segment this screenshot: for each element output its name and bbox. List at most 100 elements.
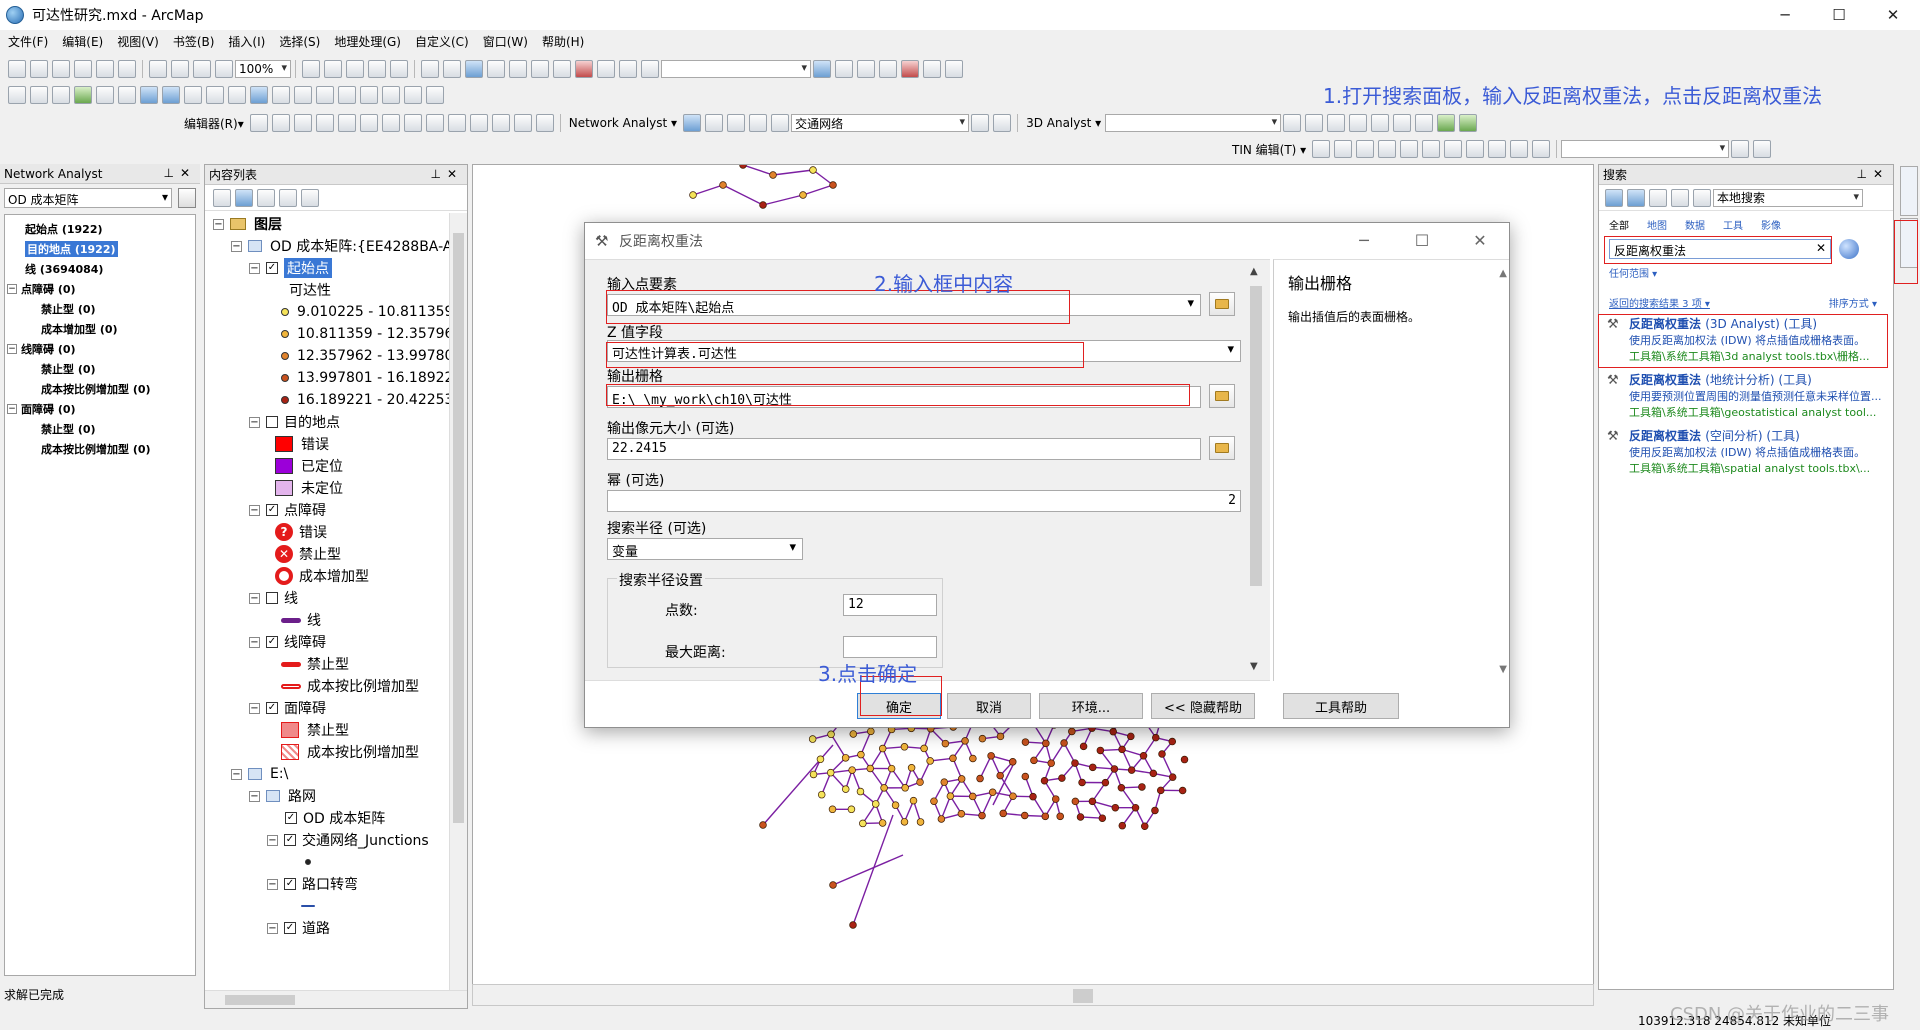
- html-popup-icon[interactable]: [294, 86, 312, 104]
- find-icon[interactable]: [338, 86, 356, 104]
- options-icon[interactable]: [301, 188, 319, 207]
- create-viewer-icon[interactable]: [426, 86, 444, 104]
- toolbar-icon[interactable]: [52, 60, 70, 78]
- sketch-properties-icon[interactable]: [513, 114, 532, 132]
- tin-layer-combo[interactable]: [1561, 140, 1730, 158]
- edit-annotation-icon[interactable]: [271, 114, 290, 132]
- cell-size-browse-button[interactable]: [1209, 436, 1235, 460]
- toolbar-icon[interactable]: [368, 60, 386, 78]
- trace-icon[interactable]: [337, 114, 356, 132]
- edit-vertices-icon[interactable]: [381, 114, 400, 132]
- rotate-icon[interactable]: [469, 114, 488, 132]
- paste-icon[interactable]: [553, 60, 571, 78]
- hide-help-button[interactable]: << 隐藏帮助: [1151, 693, 1255, 719]
- tin-tool-icon[interactable]: [1731, 140, 1750, 158]
- clear-icon[interactable]: ✕: [1816, 241, 1826, 255]
- list-by-drawing-order-icon[interactable]: [213, 188, 231, 207]
- tool-help-button[interactable]: 工具帮助: [1283, 693, 1399, 719]
- na-tree-item[interactable]: − 面障碍 (0): [5, 399, 195, 419]
- tab-maps[interactable]: 地图: [1647, 217, 1667, 232]
- scale-combo[interactable]: [661, 60, 811, 78]
- toc-junctions[interactable]: − ✓ 交通网络_Junctions: [267, 829, 429, 851]
- toc-vertical-scrollbar[interactable]: [449, 213, 467, 991]
- editor-menu[interactable]: 编辑器(R)▾: [184, 115, 244, 132]
- time-slider-icon[interactable]: [404, 86, 422, 104]
- menu-help[interactable]: 帮助(H): [542, 33, 584, 50]
- attributes-icon[interactable]: [491, 114, 510, 132]
- straight-segment-icon[interactable]: [293, 114, 312, 132]
- toolbar-icon[interactable]: [171, 60, 189, 78]
- create-features-icon[interactable]: [535, 114, 554, 132]
- forward-arrow-icon[interactable]: [1627, 188, 1645, 207]
- model-builder-icon[interactable]: [945, 60, 963, 78]
- na-tree-item[interactable]: 禁止型 (0): [5, 299, 195, 319]
- arcscene-icon[interactable]: [1437, 114, 1456, 132]
- toolbar-icon[interactable]: [118, 60, 136, 78]
- toc-layer-destinations[interactable]: − 目的地点: [249, 411, 340, 433]
- help-scroll-up-icon[interactable]: ▲: [1499, 268, 1507, 279]
- identify-icon[interactable]: [250, 86, 268, 104]
- tin-tool-icon[interactable]: [1466, 140, 1485, 158]
- toolbar-icon[interactable]: [149, 60, 167, 78]
- find-route-icon[interactable]: [360, 86, 378, 104]
- maximize-button[interactable]: ☐: [1812, 0, 1866, 30]
- toolbar-icon[interactable]: [879, 60, 897, 78]
- solve-icon[interactable]: [749, 114, 768, 132]
- tin-tool-icon[interactable]: [1334, 140, 1353, 158]
- undo-icon[interactable]: [597, 60, 615, 78]
- point-profile-icon[interactable]: [1415, 114, 1434, 132]
- toc-od-matrix[interactable]: ✓ OD 成本矩阵: [285, 807, 385, 829]
- arctoolbox-icon[interactable]: [901, 60, 919, 78]
- toolbar-icon[interactable]: [346, 60, 364, 78]
- dialog-close-button[interactable]: ✕: [1451, 223, 1509, 257]
- power-input[interactable]: 2: [607, 490, 1241, 512]
- tree-expander-icon[interactable]: −: [7, 344, 17, 354]
- toolbar-icon[interactable]: [193, 60, 211, 78]
- tin-tool-icon[interactable]: [1312, 140, 1331, 158]
- menu-insert[interactable]: 插入(I): [228, 33, 265, 50]
- any-extent-link[interactable]: 任何范围 ▾: [1609, 265, 1657, 280]
- split-icon[interactable]: [447, 114, 466, 132]
- toc-turns[interactable]: − ✓ 路口转弯: [267, 873, 358, 895]
- list-by-source-icon[interactable]: [235, 188, 253, 207]
- na-tree-item[interactable]: 成本增加型 (0): [5, 319, 195, 339]
- go-to-xy-icon[interactable]: [382, 86, 400, 104]
- hyperlink-icon[interactable]: [272, 86, 290, 104]
- tin-tool-icon[interactable]: [1422, 140, 1441, 158]
- editor-toolbar-icon[interactable]: [813, 60, 831, 78]
- measure-icon[interactable]: [316, 86, 334, 104]
- na-properties-button[interactable]: [178, 188, 196, 208]
- dialog-scrollbar[interactable]: ▲ ▼: [1247, 264, 1265, 674]
- tin-tool-icon[interactable]: [1532, 140, 1551, 158]
- na-tree-item[interactable]: 起始点 (1922): [5, 219, 195, 239]
- na-tree-item[interactable]: 禁止型 (0): [5, 359, 195, 379]
- toolbar-icon[interactable]: [324, 60, 342, 78]
- fixed-zoom-out-icon[interactable]: [118, 86, 136, 104]
- sort-by-link[interactable]: 排序方式 ▾: [1829, 295, 1877, 310]
- help-scroll-down-icon[interactable]: ▼: [1499, 664, 1507, 675]
- menu-bookmarks[interactable]: 书签(B): [173, 33, 215, 50]
- 3d-analyst-menu[interactable]: 3D Analyst ▾: [1026, 116, 1101, 130]
- menu-customize[interactable]: 自定义(C): [415, 33, 469, 50]
- tin-editing-menu[interactable]: TIN 编辑(T) ▾: [1232, 141, 1306, 158]
- search-input[interactable]: 反距离权重法 ✕: [1609, 239, 1831, 259]
- interpolate-point-icon[interactable]: [1349, 114, 1368, 132]
- pan-icon[interactable]: [52, 86, 70, 104]
- arcglobe-icon[interactable]: [1459, 114, 1478, 132]
- toc-road-network[interactable]: − 路网: [249, 785, 316, 807]
- na-window-icon[interactable]: [683, 114, 702, 132]
- map-horizontal-scrollbar[interactable]: [472, 984, 1594, 1006]
- toc-roads[interactable]: − ✓ 道路: [267, 917, 330, 939]
- network-analyst-menu[interactable]: Network Analyst ▾: [569, 116, 677, 130]
- reshape-icon[interactable]: [403, 114, 422, 132]
- output-raster-input[interactable]: E:\ \my_work\ch10\可达性: [607, 386, 1201, 408]
- profile-graph-icon[interactable]: [1393, 114, 1412, 132]
- na-tree-item[interactable]: 成本按比例增加型 (0): [5, 439, 195, 459]
- tin-tool-icon[interactable]: [1510, 140, 1529, 158]
- na-tree-item[interactable]: − 线障碍 (0): [5, 339, 195, 359]
- toolbar-icon[interactable]: [8, 60, 26, 78]
- list-by-selection-icon[interactable]: [279, 188, 297, 207]
- tree-expander-icon[interactable]: −: [7, 404, 17, 414]
- menu-geoprocessing[interactable]: 地理处理(G): [334, 33, 401, 50]
- toc-layer-line-barriers[interactable]: − ✓ 线障碍: [249, 631, 326, 653]
